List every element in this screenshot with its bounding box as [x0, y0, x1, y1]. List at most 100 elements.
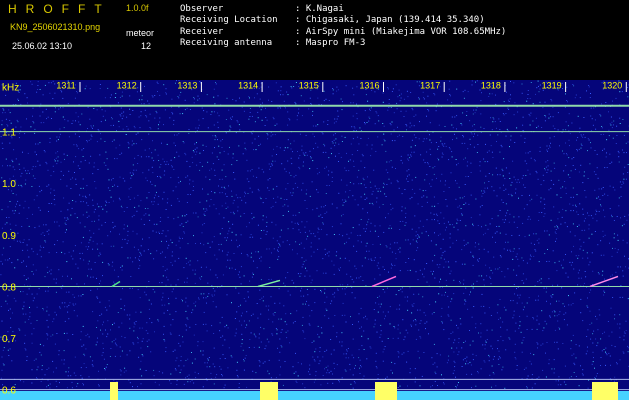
noise-speck [22, 242, 24, 243]
noise-speck [161, 304, 163, 306]
noise-speck [582, 320, 584, 322]
noise-speck [360, 219, 362, 220]
noise-speck [301, 287, 303, 289]
noise-speck [525, 175, 527, 176]
noise-speck [491, 329, 493, 331]
noise-speck [523, 184, 524, 186]
noise-speck [570, 340, 572, 342]
noise-speck [538, 238, 540, 240]
noise-speck [497, 304, 499, 306]
noise-speck [409, 243, 411, 245]
noise-speck [526, 204, 528, 206]
noise-speck [276, 185, 278, 187]
noise-speck [515, 192, 516, 194]
noise-speck [206, 111, 208, 113]
noise-speck [91, 220, 93, 222]
noise-speck [179, 224, 181, 226]
noise-speck [248, 296, 249, 298]
noise-speck [591, 252, 593, 254]
noise-speck [603, 148, 605, 150]
noise-speck [73, 304, 75, 306]
noise-speck [137, 338, 139, 340]
noise-speck [263, 229, 265, 231]
noise-speck [578, 224, 580, 226]
noise-speck [37, 89, 39, 90]
noise-speck [333, 273, 335, 275]
noise-speck [72, 250, 74, 252]
noise-speck [37, 143, 39, 145]
noise-speck [258, 135, 260, 137]
noise-speck [30, 322, 32, 324]
noise-speck [204, 362, 206, 364]
noise-speck [497, 268, 499, 270]
noise-speck [323, 100, 325, 102]
noise-speck [3, 109, 5, 111]
noise-speck [0, 306, 2, 307]
noise-speck [130, 276, 132, 277]
noise-speck [498, 225, 500, 227]
noise-speck [466, 115, 468, 116]
noise-speck [604, 291, 606, 293]
noise-speck [123, 309, 125, 311]
noise-speck [382, 266, 384, 268]
noise-speck [572, 303, 574, 304]
noise-speck [619, 181, 621, 183]
noise-speck [544, 115, 546, 116]
noise-speck [392, 88, 394, 90]
noise-speck [434, 232, 435, 234]
noise-speck [501, 168, 503, 170]
noise-speck [473, 256, 475, 258]
noise-speck [46, 310, 48, 312]
noise-speck [54, 244, 56, 246]
noise-speck [371, 202, 373, 204]
noise-speck [604, 234, 606, 236]
noise-speck [105, 119, 106, 121]
noise-speck [452, 331, 454, 333]
noise-speck [538, 85, 539, 87]
noise-speck [169, 332, 171, 334]
noise-speck [81, 345, 83, 347]
noise-speck [126, 354, 128, 356]
noise-speck [611, 214, 612, 216]
noise-speck [505, 203, 507, 205]
noise-speck [138, 116, 140, 118]
noise-speck [54, 92, 56, 94]
noise-speck [316, 189, 318, 191]
noise-speck [113, 322, 115, 324]
noise-speck [330, 339, 332, 340]
noise-speck [306, 154, 308, 156]
noise-speck [47, 272, 49, 274]
noise-speck [579, 248, 581, 250]
noise-speck [165, 163, 167, 165]
noise-speck [171, 255, 173, 257]
noise-speck [571, 261, 573, 263]
noise-speck [382, 92, 384, 94]
noise-speck [326, 234, 328, 236]
noise-speck [251, 115, 253, 117]
noise-speck [367, 137, 369, 139]
noise-speck [129, 257, 131, 259]
noise-speck [550, 187, 552, 189]
noise-speck [262, 202, 264, 204]
noise-speck [437, 148, 439, 150]
noise-speck [615, 271, 617, 273]
noise-speck [296, 253, 298, 255]
noise-speck [497, 358, 499, 360]
noise-speck [124, 337, 126, 339]
noise-speck [353, 381, 355, 383]
noise-speck [84, 283, 85, 285]
noise-speck [467, 91, 469, 93]
noise-speck [416, 241, 418, 243]
noise-speck [491, 129, 493, 131]
noise-speck [225, 208, 227, 209]
noise-speck [401, 291, 403, 293]
noise-speck [294, 101, 296, 103]
noise-speck [626, 152, 627, 154]
noise-speck [258, 87, 260, 89]
noise-speck [491, 186, 493, 188]
noise-speck [202, 350, 204, 352]
noise-speck [448, 147, 450, 149]
noise-speck [484, 161, 486, 163]
noise-speck [68, 170, 70, 172]
noise-speck [526, 302, 528, 304]
